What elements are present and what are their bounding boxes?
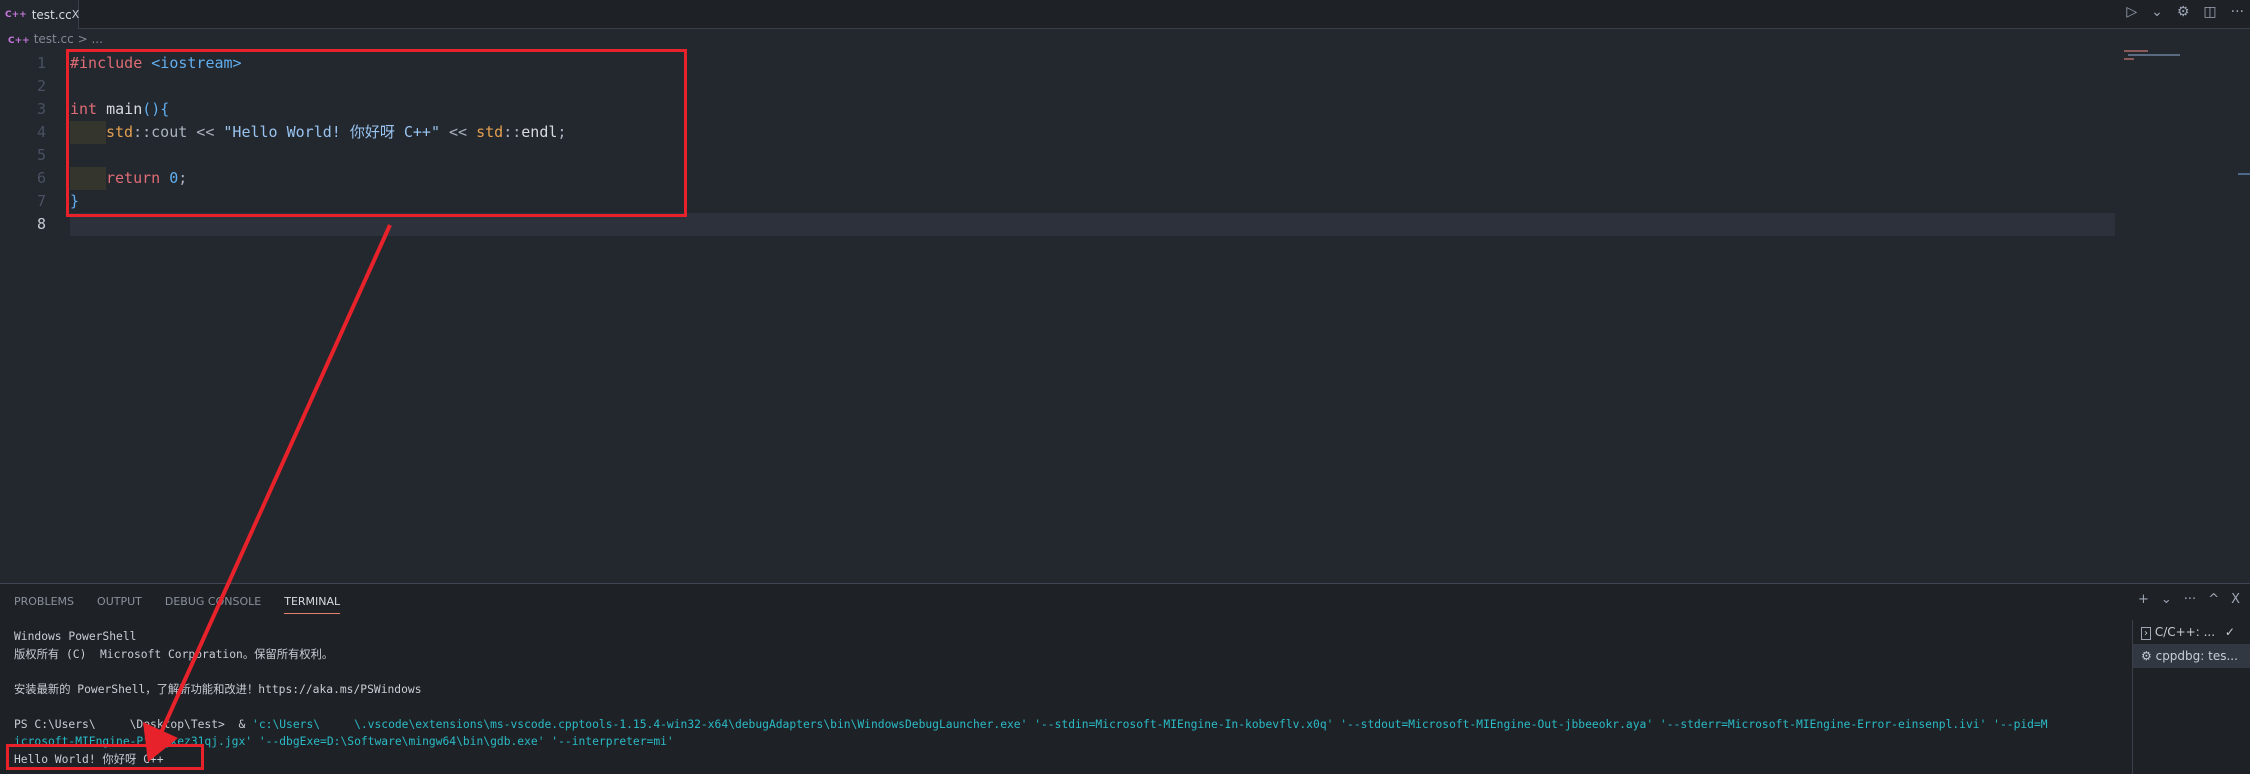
- annotation-arrow: [143, 224, 392, 762]
